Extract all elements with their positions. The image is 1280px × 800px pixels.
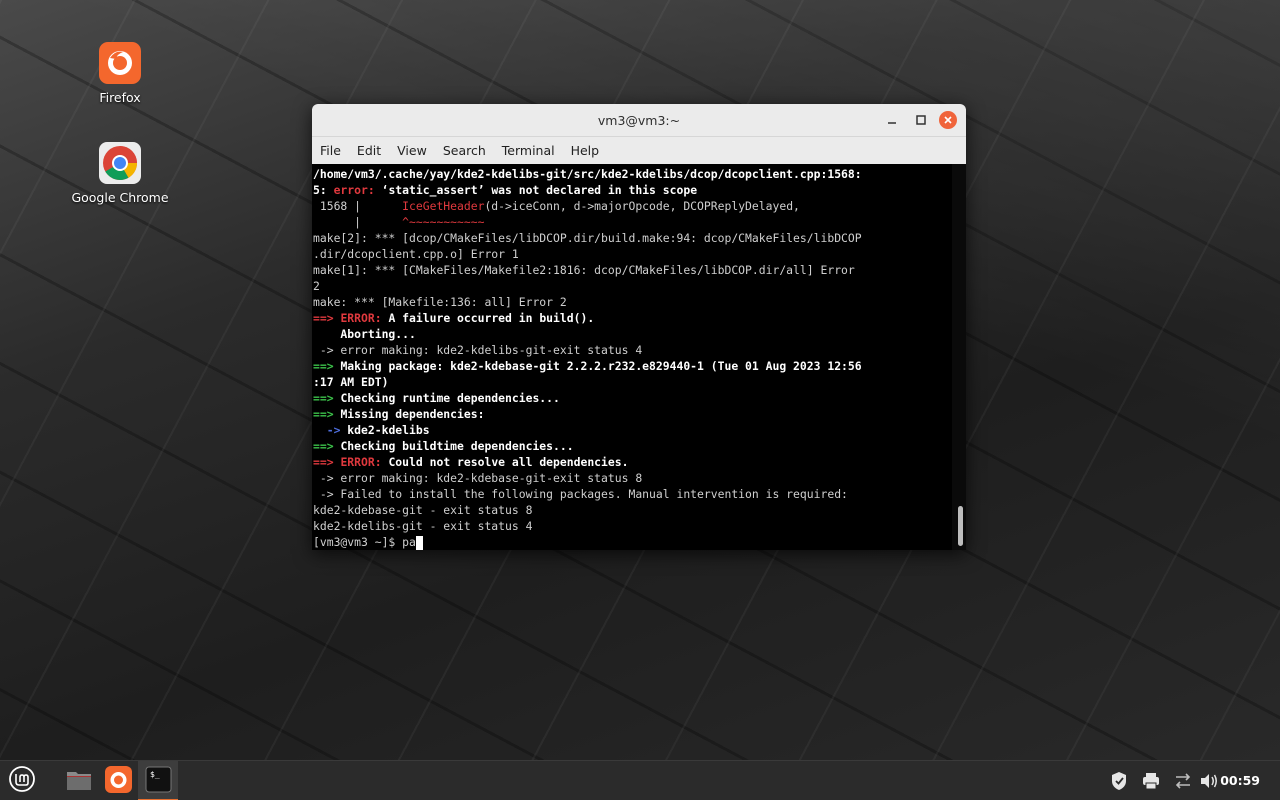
menu-bar: File Edit View Search Terminal Help [312,137,966,164]
desktop-icon-label: Firefox [99,90,141,105]
command-input[interactable]: pa [402,535,416,549]
terminal-line: :17 AM EDT) [313,375,389,389]
chrome-icon [99,142,141,184]
maximize-button[interactable] [912,111,930,129]
terminal-line: /home/vm3/.cache/yay/kde2-kdelibs-git/sr… [313,167,862,181]
terminal-output[interactable]: /home/vm3/.cache/yay/kde2-kdelibs-git/sr… [312,164,952,550]
terminal-icon: $_ [145,766,172,793]
terminal-line: Aborting... [313,327,416,341]
minimize-icon [888,122,896,124]
taskbar-terminal[interactable]: $_ [138,761,178,800]
terminal-line: ==> Making package: kde2-kdebase-git 2.2… [313,359,862,373]
menu-help[interactable]: Help [571,143,608,158]
terminal-prompt-line[interactable]: [vm3@vm3 ~]$ pa [313,534,952,550]
terminal-line: -> kde2-kdelibs [313,423,430,437]
desktop-icon-firefox[interactable]: Firefox [65,42,175,105]
terminal-line: make: *** [Makefile:136: all] Error 2 [313,295,567,309]
minimize-button[interactable] [883,111,901,129]
terminal-scrollbar[interactable] [952,164,966,550]
terminal-line: | ^~~~~~~~~~~~ [313,215,485,229]
menu-search[interactable]: Search [443,143,494,158]
mint-menu-icon [9,766,35,792]
terminal-line: ==> Checking runtime dependencies... [313,391,560,405]
terminal-line: -> error making: kde2-kdelibs-git-exit s… [313,343,643,357]
terminal-line: kde2-kdebase-git - exit status 8 [313,503,533,517]
firefox-icon [99,42,141,84]
text-cursor [415,536,423,550]
taskbar: $_ 00:59 [0,760,1280,800]
network-icon[interactable] [1172,761,1194,800]
maximize-icon [916,115,926,125]
close-icon [944,116,952,124]
terminal-window[interactable]: vm3@vm3:~ File Edit View Search Terminal… [312,104,966,550]
volume-icon[interactable] [1198,761,1220,800]
terminal-line: ==> Checking buildtime dependencies... [313,439,574,453]
files-icon [67,772,91,790]
menu-terminal[interactable]: Terminal [502,143,563,158]
terminal-line: 1568 | IceGetHeader(d->iceConn, d->major… [313,199,800,213]
terminal-line: -> Failed to install the following packa… [313,487,848,501]
taskbar-firefox[interactable] [98,761,138,800]
menu-view[interactable]: View [397,143,435,158]
mint-menu-button[interactable] [2,761,42,800]
terminal-line: -> error making: kde2-kdebase-git-exit s… [313,471,643,485]
firefox-icon [105,766,132,793]
window-titlebar[interactable]: vm3@vm3:~ [312,104,966,137]
menu-edit[interactable]: Edit [357,143,389,158]
menu-file[interactable]: File [320,143,349,158]
desktop-icon-chrome[interactable]: Google Chrome [65,142,175,205]
terminal-line: make[2]: *** [dcop/CMakeFiles/libDCOP.di… [313,231,862,245]
terminal-line: make[1]: *** [CMakeFiles/Makefile2:1816:… [313,263,855,277]
desktop-icon-label: Google Chrome [71,190,169,205]
svg-text:$_: $_ [150,770,160,779]
shield-icon[interactable] [1108,761,1130,800]
shell-prompt: [vm3@vm3 ~]$ [313,535,403,549]
window-title: vm3@vm3:~ [597,113,681,128]
terminal-line: ==> ERROR: Could not resolve all depende… [313,455,629,469]
terminal-line: 2 [313,279,320,293]
terminal-line: ==> Missing dependencies: [313,407,485,421]
terminal-line: ==> ERROR: A failure occurred in build()… [313,311,595,325]
terminal-line: kde2-kdelibs-git - exit status 4 [313,519,533,533]
terminal-line: .dir/dcopclient.cpp.o] Error 1 [313,247,519,261]
printer-icon[interactable] [1140,761,1162,800]
clock[interactable]: 00:59 [1220,773,1260,788]
scrollbar-thumb[interactable] [958,506,963,546]
close-button[interactable] [939,111,957,129]
terminal-line: 5: error: ‘static_assert’ was not declar… [313,183,698,197]
taskbar-files[interactable] [58,761,98,800]
